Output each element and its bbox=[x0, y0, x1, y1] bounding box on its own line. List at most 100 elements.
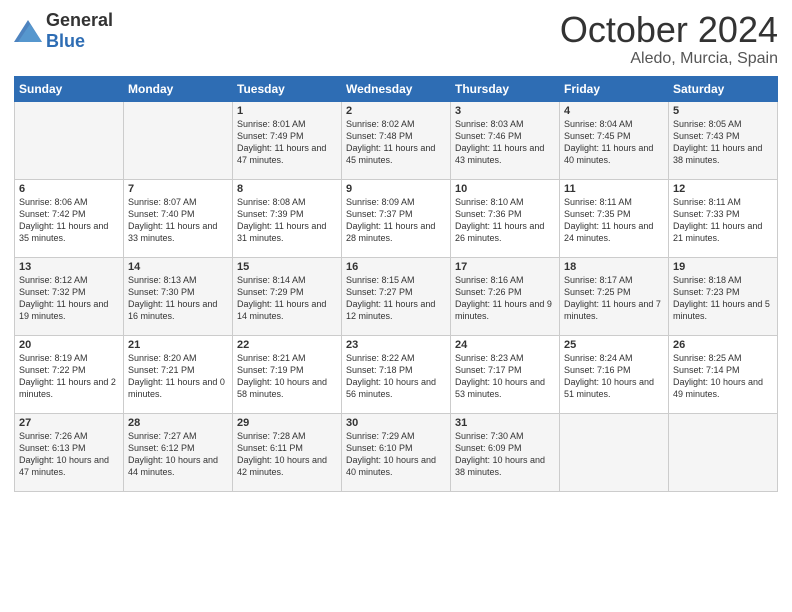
day-info: Sunrise: 8:14 AM Sunset: 7:29 PM Dayligh… bbox=[237, 274, 337, 323]
day-number: 31 bbox=[455, 417, 555, 429]
day-info: Sunrise: 8:07 AM Sunset: 7:40 PM Dayligh… bbox=[128, 196, 228, 245]
calendar-cell: 20Sunrise: 8:19 AM Sunset: 7:22 PM Dayli… bbox=[15, 335, 124, 413]
day-number: 10 bbox=[455, 183, 555, 195]
calendar-cell: 14Sunrise: 8:13 AM Sunset: 7:30 PM Dayli… bbox=[124, 257, 233, 335]
day-info: Sunrise: 7:29 AM Sunset: 6:10 PM Dayligh… bbox=[346, 430, 446, 479]
col-monday: Monday bbox=[124, 76, 233, 101]
calendar-cell: 24Sunrise: 8:23 AM Sunset: 7:17 PM Dayli… bbox=[451, 335, 560, 413]
calendar-week-row: 6Sunrise: 8:06 AM Sunset: 7:42 PM Daylig… bbox=[15, 179, 778, 257]
calendar-cell: 11Sunrise: 8:11 AM Sunset: 7:35 PM Dayli… bbox=[560, 179, 669, 257]
col-wednesday: Wednesday bbox=[342, 76, 451, 101]
day-number: 1 bbox=[237, 105, 337, 117]
day-info: Sunrise: 8:16 AM Sunset: 7:26 PM Dayligh… bbox=[455, 274, 555, 323]
logo-blue: Blue bbox=[46, 31, 85, 51]
calendar-cell: 17Sunrise: 8:16 AM Sunset: 7:26 PM Dayli… bbox=[451, 257, 560, 335]
day-info: Sunrise: 8:23 AM Sunset: 7:17 PM Dayligh… bbox=[455, 352, 555, 401]
location-title: Aledo, Murcia, Spain bbox=[560, 50, 778, 68]
day-number: 9 bbox=[346, 183, 446, 195]
day-number: 26 bbox=[673, 339, 773, 351]
day-info: Sunrise: 7:27 AM Sunset: 6:12 PM Dayligh… bbox=[128, 430, 228, 479]
calendar-cell: 2Sunrise: 8:02 AM Sunset: 7:48 PM Daylig… bbox=[342, 101, 451, 179]
day-number: 19 bbox=[673, 261, 773, 273]
day-number: 25 bbox=[564, 339, 664, 351]
calendar-cell: 6Sunrise: 8:06 AM Sunset: 7:42 PM Daylig… bbox=[15, 179, 124, 257]
day-number: 8 bbox=[237, 183, 337, 195]
calendar-week-row: 27Sunrise: 7:26 AM Sunset: 6:13 PM Dayli… bbox=[15, 413, 778, 491]
day-info: Sunrise: 8:17 AM Sunset: 7:25 PM Dayligh… bbox=[564, 274, 664, 323]
day-info: Sunrise: 8:15 AM Sunset: 7:27 PM Dayligh… bbox=[346, 274, 446, 323]
page: General Blue October 2024 Aledo, Murcia,… bbox=[0, 0, 792, 612]
col-tuesday: Tuesday bbox=[233, 76, 342, 101]
calendar-cell: 27Sunrise: 7:26 AM Sunset: 6:13 PM Dayli… bbox=[15, 413, 124, 491]
calendar-week-row: 1Sunrise: 8:01 AM Sunset: 7:49 PM Daylig… bbox=[15, 101, 778, 179]
day-info: Sunrise: 8:05 AM Sunset: 7:43 PM Dayligh… bbox=[673, 118, 773, 167]
calendar-cell bbox=[669, 413, 778, 491]
calendar-cell: 25Sunrise: 8:24 AM Sunset: 7:16 PM Dayli… bbox=[560, 335, 669, 413]
calendar-cell: 3Sunrise: 8:03 AM Sunset: 7:46 PM Daylig… bbox=[451, 101, 560, 179]
day-info: Sunrise: 8:08 AM Sunset: 7:39 PM Dayligh… bbox=[237, 196, 337, 245]
day-number: 21 bbox=[128, 339, 228, 351]
day-info: Sunrise: 8:04 AM Sunset: 7:45 PM Dayligh… bbox=[564, 118, 664, 167]
day-info: Sunrise: 7:28 AM Sunset: 6:11 PM Dayligh… bbox=[237, 430, 337, 479]
header-row: Sunday Monday Tuesday Wednesday Thursday… bbox=[15, 76, 778, 101]
calendar-cell: 15Sunrise: 8:14 AM Sunset: 7:29 PM Dayli… bbox=[233, 257, 342, 335]
col-friday: Friday bbox=[560, 76, 669, 101]
day-number: 28 bbox=[128, 417, 228, 429]
day-number: 22 bbox=[237, 339, 337, 351]
day-number: 12 bbox=[673, 183, 773, 195]
day-number: 5 bbox=[673, 105, 773, 117]
col-saturday: Saturday bbox=[669, 76, 778, 101]
day-number: 23 bbox=[346, 339, 446, 351]
calendar-cell: 9Sunrise: 8:09 AM Sunset: 7:37 PM Daylig… bbox=[342, 179, 451, 257]
day-number: 20 bbox=[19, 339, 119, 351]
calendar-cell: 31Sunrise: 7:30 AM Sunset: 6:09 PM Dayli… bbox=[451, 413, 560, 491]
day-info: Sunrise: 8:25 AM Sunset: 7:14 PM Dayligh… bbox=[673, 352, 773, 401]
day-info: Sunrise: 8:20 AM Sunset: 7:21 PM Dayligh… bbox=[128, 352, 228, 401]
day-number: 16 bbox=[346, 261, 446, 273]
calendar-cell: 19Sunrise: 8:18 AM Sunset: 7:23 PM Dayli… bbox=[669, 257, 778, 335]
day-number: 24 bbox=[455, 339, 555, 351]
day-info: Sunrise: 8:11 AM Sunset: 7:33 PM Dayligh… bbox=[673, 196, 773, 245]
day-info: Sunrise: 8:19 AM Sunset: 7:22 PM Dayligh… bbox=[19, 352, 119, 401]
calendar-cell: 13Sunrise: 8:12 AM Sunset: 7:32 PM Dayli… bbox=[15, 257, 124, 335]
month-title: October 2024 bbox=[560, 10, 778, 50]
calendar-cell: 28Sunrise: 7:27 AM Sunset: 6:12 PM Dayli… bbox=[124, 413, 233, 491]
day-number: 3 bbox=[455, 105, 555, 117]
day-info: Sunrise: 8:01 AM Sunset: 7:49 PM Dayligh… bbox=[237, 118, 337, 167]
day-info: Sunrise: 8:24 AM Sunset: 7:16 PM Dayligh… bbox=[564, 352, 664, 401]
calendar-cell bbox=[560, 413, 669, 491]
title-block: October 2024 Aledo, Murcia, Spain bbox=[560, 10, 778, 68]
logo-icon bbox=[14, 20, 42, 42]
day-number: 6 bbox=[19, 183, 119, 195]
calendar-cell: 23Sunrise: 8:22 AM Sunset: 7:18 PM Dayli… bbox=[342, 335, 451, 413]
calendar-cell: 18Sunrise: 8:17 AM Sunset: 7:25 PM Dayli… bbox=[560, 257, 669, 335]
day-info: Sunrise: 8:21 AM Sunset: 7:19 PM Dayligh… bbox=[237, 352, 337, 401]
calendar-cell: 30Sunrise: 7:29 AM Sunset: 6:10 PM Dayli… bbox=[342, 413, 451, 491]
logo: General Blue bbox=[14, 10, 113, 52]
logo-text: General Blue bbox=[46, 10, 113, 52]
calendar-cell bbox=[124, 101, 233, 179]
day-number: 11 bbox=[564, 183, 664, 195]
day-number: 15 bbox=[237, 261, 337, 273]
calendar-cell bbox=[15, 101, 124, 179]
calendar-table: Sunday Monday Tuesday Wednesday Thursday… bbox=[14, 76, 778, 492]
day-number: 18 bbox=[564, 261, 664, 273]
day-number: 30 bbox=[346, 417, 446, 429]
day-info: Sunrise: 8:18 AM Sunset: 7:23 PM Dayligh… bbox=[673, 274, 773, 323]
day-number: 4 bbox=[564, 105, 664, 117]
col-thursday: Thursday bbox=[451, 76, 560, 101]
calendar-cell: 22Sunrise: 8:21 AM Sunset: 7:19 PM Dayli… bbox=[233, 335, 342, 413]
logo-general: General bbox=[46, 10, 113, 30]
calendar-cell: 12Sunrise: 8:11 AM Sunset: 7:33 PM Dayli… bbox=[669, 179, 778, 257]
calendar-cell: 29Sunrise: 7:28 AM Sunset: 6:11 PM Dayli… bbox=[233, 413, 342, 491]
calendar-cell: 5Sunrise: 8:05 AM Sunset: 7:43 PM Daylig… bbox=[669, 101, 778, 179]
col-sunday: Sunday bbox=[15, 76, 124, 101]
day-info: Sunrise: 8:13 AM Sunset: 7:30 PM Dayligh… bbox=[128, 274, 228, 323]
day-info: Sunrise: 8:02 AM Sunset: 7:48 PM Dayligh… bbox=[346, 118, 446, 167]
day-info: Sunrise: 8:06 AM Sunset: 7:42 PM Dayligh… bbox=[19, 196, 119, 245]
day-info: Sunrise: 8:12 AM Sunset: 7:32 PM Dayligh… bbox=[19, 274, 119, 323]
day-info: Sunrise: 8:22 AM Sunset: 7:18 PM Dayligh… bbox=[346, 352, 446, 401]
header: General Blue October 2024 Aledo, Murcia,… bbox=[14, 10, 778, 68]
day-info: Sunrise: 8:03 AM Sunset: 7:46 PM Dayligh… bbox=[455, 118, 555, 167]
calendar-cell: 26Sunrise: 8:25 AM Sunset: 7:14 PM Dayli… bbox=[669, 335, 778, 413]
